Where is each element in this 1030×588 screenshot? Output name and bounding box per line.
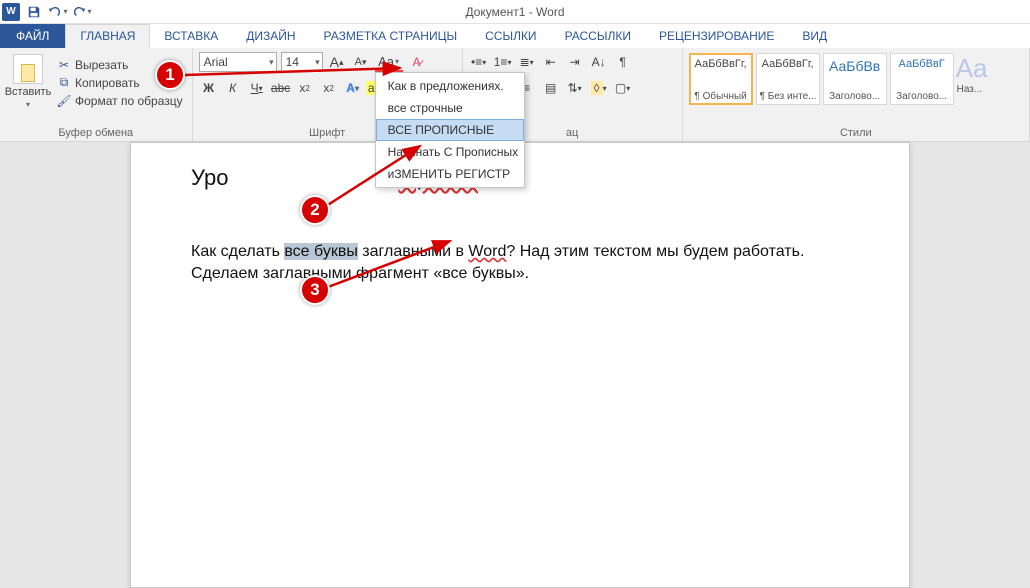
styles-more-icon[interactable]: Aa <box>957 53 987 84</box>
tab-design[interactable]: ДИЗАЙН <box>232 24 309 48</box>
copy-label: Копировать <box>75 76 140 90</box>
styles-group-label: Стили <box>683 127 1029 139</box>
style-name: ¶ Обычный <box>693 91 749 102</box>
title-bar: W ▾ ▾ Документ1 - Word <box>0 0 1030 24</box>
annotation-bubble-2: 2 <box>300 195 330 225</box>
tab-page-layout[interactable]: РАЗМЕТКА СТРАНИЦЫ <box>310 24 472 48</box>
document-title: Документ1 - Word <box>465 5 564 19</box>
underline-button[interactable]: Ч▾ <box>247 78 267 98</box>
paste-button[interactable]: Вставить ▾ <box>6 50 50 113</box>
tab-insert[interactable]: ВСТАВКА <box>150 24 232 48</box>
chevron-down-icon: ▾ <box>315 57 320 68</box>
para-selection: все буквы <box>284 243 357 260</box>
style-sample: АаБбВв <box>827 58 883 74</box>
sort-button[interactable]: A↓ <box>589 52 609 72</box>
brush-icon: 🖌 <box>57 94 71 108</box>
strikethrough-button[interactable]: abc <box>271 78 291 98</box>
para-link: Word <box>468 243 506 260</box>
show-marks-button[interactable]: ¶ <box>613 52 633 72</box>
numbering-button[interactable]: 1≡▾ <box>493 52 513 72</box>
multilevel-button[interactable]: ≣▾ <box>517 52 537 72</box>
word-logo-icon: W <box>2 3 20 21</box>
bold-button[interactable]: Ж <box>199 78 219 98</box>
quick-access-toolbar: W ▾ ▾ <box>0 2 92 22</box>
style-normal[interactable]: АаБбВвГг, ¶ Обычный <box>689 53 753 105</box>
styles-more-label: Наз... <box>957 84 987 95</box>
tab-review[interactable]: РЕЦЕНЗИРОВАНИЕ <box>645 24 788 48</box>
change-case-menu: Как в предложениях. все строчные ВСЕ ПРО… <box>375 72 525 188</box>
redo-button[interactable]: ▾ <box>72 2 92 22</box>
italic-button[interactable]: К <box>223 78 243 98</box>
cut-label: Вырезать <box>75 58 128 72</box>
heading-pre: Уро <box>191 165 228 190</box>
superscript-button[interactable]: x2 <box>319 78 339 98</box>
doc-paragraph: Как сделать все буквы заглавными в Word?… <box>191 241 849 285</box>
clear-formatting-button[interactable]: A̷ <box>407 52 427 72</box>
style-sample: АаБбВвГг, <box>693 58 749 70</box>
case-capitalize[interactable]: Начинать С Прописных <box>376 141 524 163</box>
style-name: ¶ Без инте... <box>760 91 816 102</box>
tab-view[interactable]: ВИД <box>788 24 841 48</box>
text-effects-button[interactable]: A▾ <box>343 78 363 98</box>
font-size-combo[interactable]: 14 ▾ <box>281 52 323 72</box>
underline-label: Ч <box>251 81 259 95</box>
annotation-bubble-3: 3 <box>300 275 330 305</box>
group-styles: АаБбВвГг, ¶ Обычный АаБбВвГг, ¶ Без инте… <box>683 48 1030 141</box>
ribbon-tabs: ФАЙЛ ГЛАВНАЯ ВСТАВКА ДИЗАЙН РАЗМЕТКА СТР… <box>0 24 1030 48</box>
para-pre: Как сделать <box>191 243 284 260</box>
tab-mailings[interactable]: РАССЫЛКИ <box>551 24 645 48</box>
annotation-bubble-1: 1 <box>155 60 185 90</box>
shading-button[interactable]: ◊▾ <box>589 78 609 98</box>
justify-button[interactable]: ▤ <box>541 78 561 98</box>
font-size-value: 14 <box>286 55 299 69</box>
save-button[interactable] <box>24 2 44 22</box>
paste-label: Вставить <box>5 86 52 98</box>
undo-button[interactable]: ▾ <box>48 2 68 22</box>
style-sample: АаБбВвГ <box>894 58 950 70</box>
change-case-label: Aa <box>378 54 394 69</box>
group-font: Arial ▾ 14 ▾ A▴ A▾ Aa ▾ Как в предложени… <box>193 48 463 141</box>
editor-area: Уроtapok.ru Как сделать все буквы заглав… <box>0 142 1030 588</box>
style-heading1[interactable]: АаБбВв Заголово... <box>823 53 887 105</box>
document-page[interactable]: Уроtapok.ru Как сделать все буквы заглав… <box>130 142 910 588</box>
line-spacing-button[interactable]: ⇅▾ <box>565 78 585 98</box>
ribbon: Вставить ▾ ✂ Вырезать ⧉ Копировать 🖌 Фор… <box>0 48 1030 142</box>
case-sentence[interactable]: Как в предложениях. <box>376 75 524 97</box>
style-heading2[interactable]: АаБбВвГ Заголово... <box>890 53 954 105</box>
bullets-button[interactable]: •≡▾ <box>469 52 489 72</box>
shrink-font-button[interactable]: A▾ <box>351 52 371 72</box>
chevron-down-icon: ▾ <box>395 57 399 66</box>
tab-file[interactable]: ФАЙЛ <box>0 24 65 48</box>
style-no-spacing[interactable]: АаБбВвГг, ¶ Без инте... <box>756 53 820 105</box>
tab-home[interactable]: ГЛАВНАЯ <box>65 24 150 48</box>
chevron-down-icon: ▾ <box>269 57 274 68</box>
case-uppercase[interactable]: ВСЕ ПРОПИСНЫЕ <box>376 119 524 141</box>
decrease-indent-button[interactable]: ⇤ <box>541 52 561 72</box>
borders-button[interactable]: ▢▾ <box>613 78 633 98</box>
increase-indent-button[interactable]: ⇥ <box>565 52 585 72</box>
paste-icon <box>13 54 43 84</box>
change-case-button[interactable]: Aa ▾ Как в предложениях. все строчные ВС… <box>375 52 403 72</box>
subscript-button[interactable]: x2 <box>295 78 315 98</box>
clipboard-group-label: Буфер обмена <box>0 127 192 139</box>
format-painter-button[interactable]: 🖌 Формат по образцу <box>54 93 186 109</box>
style-name: Заголово... <box>827 91 883 102</box>
style-sample: АаБбВвГг, <box>760 58 816 70</box>
font-name-value: Arial <box>204 55 228 69</box>
font-name-combo[interactable]: Arial ▾ <box>199 52 277 72</box>
style-name: Заголово... <box>894 91 950 102</box>
tab-references[interactable]: ССЫЛКИ <box>471 24 550 48</box>
case-toggle[interactable]: иЗМЕНИТЬ РЕГИСТР <box>376 163 524 185</box>
copy-icon: ⧉ <box>57 76 71 90</box>
grow-font-button[interactable]: A▴ <box>327 52 347 72</box>
format-painter-label: Формат по образцу <box>75 94 183 108</box>
case-lowercase[interactable]: все строчные <box>376 97 524 119</box>
para-mid1: заглавными в <box>358 243 469 260</box>
scissors-icon: ✂ <box>57 58 71 72</box>
